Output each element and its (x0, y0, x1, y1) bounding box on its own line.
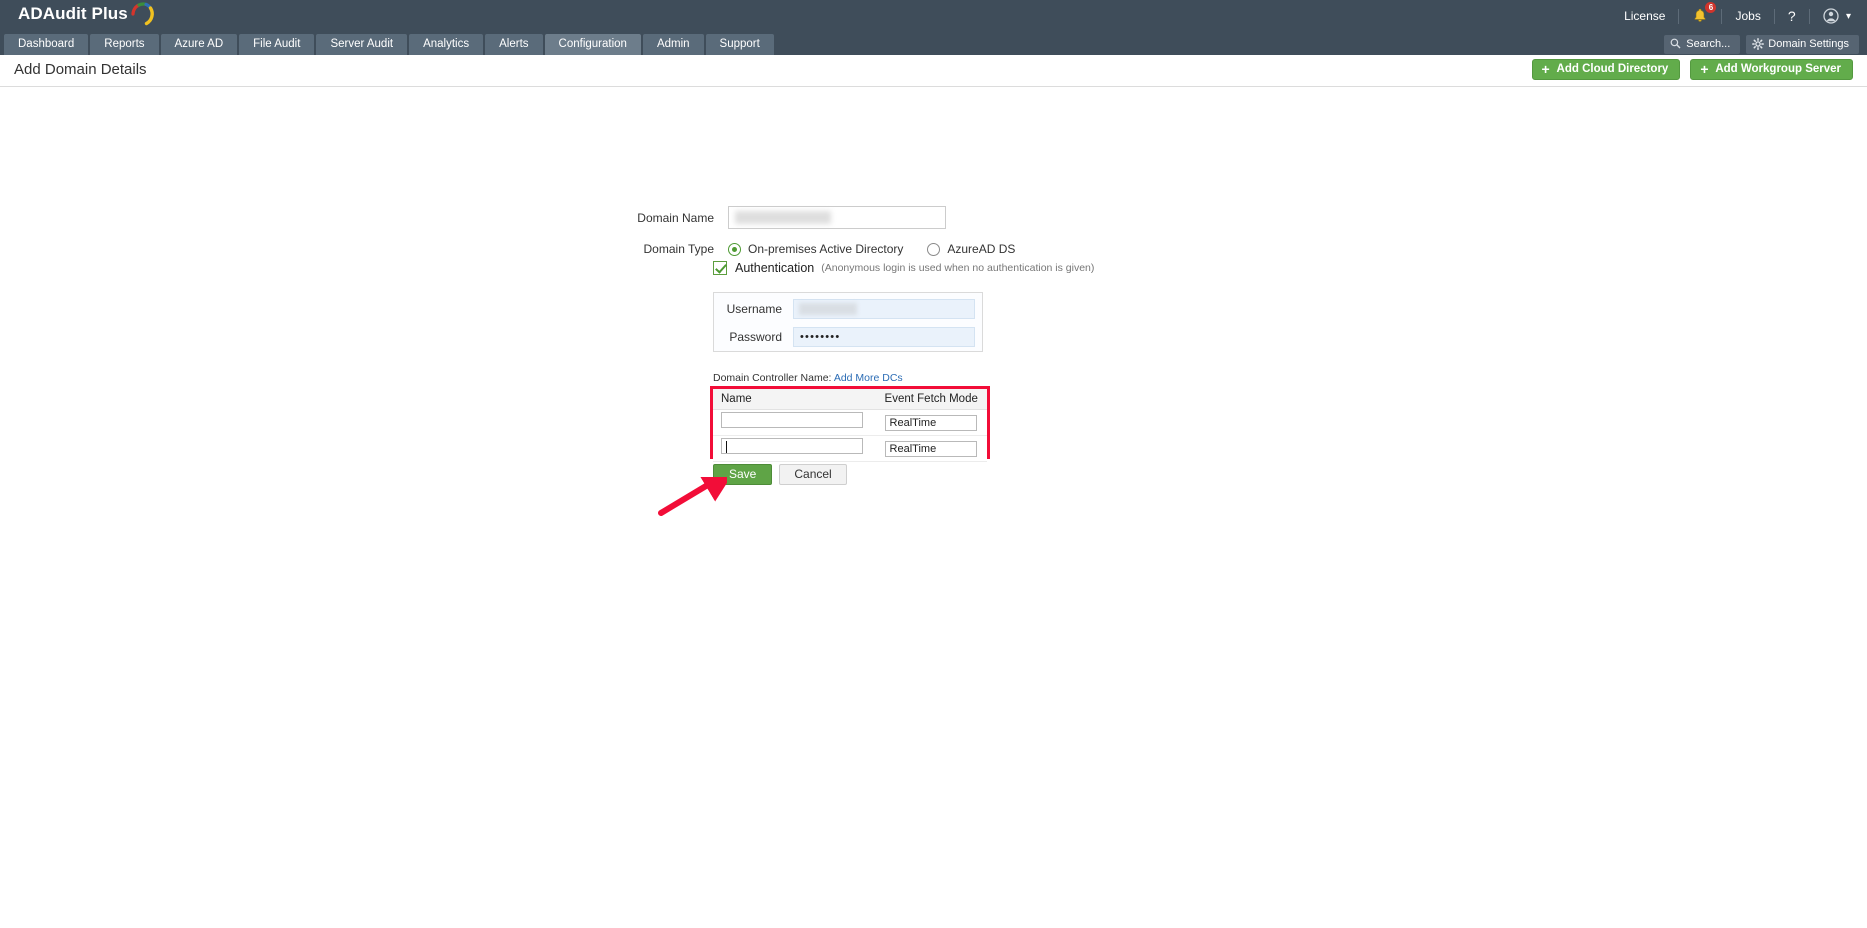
radio-label-azuread-ds: AzureAD DS (947, 242, 1015, 256)
main-navigation: Dashboard Reports Azure AD File Audit Se… (0, 32, 1867, 55)
swoosh-logo-icon (129, 0, 155, 26)
authentication-checkbox[interactable] (713, 261, 727, 275)
form-actions: Save Cancel (713, 464, 847, 485)
text-cursor (726, 441, 727, 453)
account-caret-icon: ▾ (1846, 11, 1851, 22)
plus-icon: + (1700, 60, 1708, 79)
domain-controller-name-label: Domain Controller Name: (713, 372, 831, 384)
radio-button-icon (728, 243, 741, 256)
password-masked-value: •••••••• (800, 331, 840, 343)
notifications-button[interactable]: 6 (1679, 0, 1721, 32)
dc-mode-cell: RealTime (877, 409, 987, 435)
dc-event-fetch-mode-select-row-2[interactable]: RealTime (885, 441, 977, 457)
table-row: RealTime (713, 435, 987, 461)
column-header-name: Name (713, 389, 877, 409)
user-account-icon (1823, 8, 1842, 22)
domain-name-row: Domain Name (592, 206, 946, 229)
add-workgroup-server-label: Add Workgroup Server (1715, 63, 1841, 75)
tab-alerts[interactable]: Alerts (485, 34, 542, 55)
domain-controller-table: Name Event Fetch Mode RealTime (713, 389, 987, 462)
add-workgroup-server-button[interactable]: + Add Workgroup Server (1690, 59, 1853, 80)
tab-admin[interactable]: Admin (643, 34, 704, 55)
radio-label-on-premises: On-premises Active Directory (748, 242, 903, 256)
dc-mode-cell: RealTime (877, 435, 987, 461)
domain-settings-button[interactable]: Domain Settings (1746, 35, 1859, 54)
credentials-panel: Username Password •••••••• (713, 292, 983, 352)
tab-server-audit[interactable]: Server Audit (316, 34, 407, 55)
plus-icon: + (1542, 60, 1550, 79)
dc-name-input-row-1[interactable] (721, 412, 863, 428)
username-input[interactable] (793, 299, 975, 319)
radio-on-premises-active-directory[interactable]: On-premises Active Directory (728, 242, 903, 256)
domain-controller-section-label: Domain Controller Name: Add More DCs (713, 372, 903, 384)
password-row: Password •••••••• (714, 327, 975, 347)
tab-dashboard[interactable]: Dashboard (4, 34, 88, 55)
domain-name-redacted-value (735, 211, 831, 224)
nav-right-actions: Search... Domain Settings (1664, 35, 1859, 54)
page-title-bar: Add Domain Details + Add Cloud Directory… (0, 55, 1867, 87)
app-logo-text: ADAudit Plus (18, 3, 128, 25)
tab-support[interactable]: Support (706, 34, 774, 55)
add-more-dcs-link[interactable]: Add More DCs (834, 372, 903, 384)
domain-name-label: Domain Name (592, 211, 714, 225)
search-input[interactable]: Search... (1664, 35, 1740, 54)
tab-analytics[interactable]: Analytics (409, 34, 483, 55)
dc-event-fetch-mode-select-row-1[interactable]: RealTime (885, 415, 977, 431)
notification-count-badge: 6 (1705, 2, 1716, 13)
domain-settings-label: Domain Settings (1768, 38, 1849, 50)
radio-button-icon (927, 243, 940, 256)
page-actions: + Add Cloud Directory + Add Workgroup Se… (1532, 59, 1853, 80)
username-label: Username (714, 302, 782, 316)
domain-type-label: Domain Type (592, 242, 714, 256)
radio-azuread-ds[interactable]: AzureAD DS (927, 242, 1015, 256)
domain-controller-highlight-box: Name Event Fetch Mode RealTime (710, 386, 990, 459)
header-actions: License 6 Jobs ? ▾ (1611, 0, 1853, 32)
tab-file-audit[interactable]: File Audit (239, 34, 314, 55)
username-redacted-value (799, 303, 857, 315)
cancel-button[interactable]: Cancel (779, 464, 846, 485)
dc-name-cell (713, 409, 877, 435)
user-account-menu[interactable]: ▾ (1810, 0, 1853, 33)
jobs-link[interactable]: Jobs (1722, 0, 1773, 32)
password-label: Password (714, 330, 782, 344)
add-domain-form: Domain Name Domain Type On-premises Acti… (0, 87, 1867, 928)
domain-type-row: Domain Type On-premises Active Directory… (592, 242, 1039, 256)
add-cloud-directory-label: Add Cloud Directory (1557, 63, 1669, 75)
column-header-event-fetch-mode: Event Fetch Mode (877, 389, 987, 409)
page-title: Add Domain Details (14, 61, 147, 78)
table-row: RealTime (713, 409, 987, 435)
authentication-row: Authentication (Anonymous login is used … (713, 261, 1094, 275)
app-logo[interactable]: ADAudit Plus (18, 2, 155, 26)
tab-azure-ad[interactable]: Azure AD (161, 34, 238, 55)
authentication-hint: (Anonymous login is used when no authent… (821, 262, 1094, 274)
dc-name-input-row-2[interactable] (721, 438, 863, 454)
arrow-annotation-icon (655, 477, 727, 524)
help-icon[interactable]: ? (1775, 0, 1809, 32)
tab-reports[interactable]: Reports (90, 34, 158, 55)
authentication-label: Authentication (735, 261, 814, 275)
username-row: Username (714, 299, 975, 319)
table-header-row: Name Event Fetch Mode (713, 389, 987, 409)
license-link[interactable]: License (1611, 0, 1678, 32)
add-cloud-directory-button[interactable]: + Add Cloud Directory (1532, 59, 1681, 80)
tab-configuration[interactable]: Configuration (545, 34, 641, 55)
password-input[interactable]: •••••••• (793, 327, 975, 347)
search-placeholder-text: Search... (1686, 38, 1730, 50)
app-header: ADAudit Plus License 6 Jobs ? (0, 0, 1867, 32)
dc-name-cell (713, 435, 877, 461)
